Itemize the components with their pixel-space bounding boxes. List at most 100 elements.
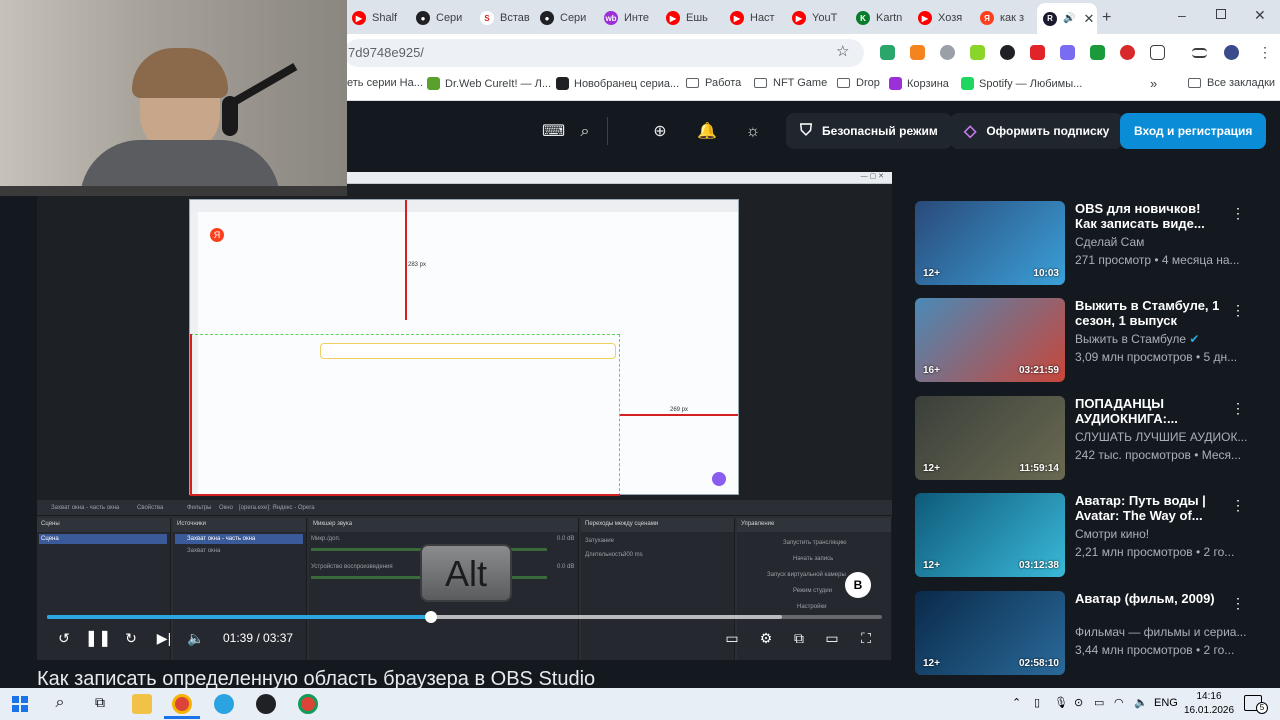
extension-icon[interactable] — [880, 45, 895, 60]
globe-icon[interactable] — [940, 45, 955, 60]
search-icon[interactable]: ⌕ — [576, 123, 594, 141]
video-thumbnail[interactable]: 12+ 02:58:10 — [915, 591, 1065, 675]
mic-tray-icon[interactable]: 🎙 — [1054, 696, 1068, 709]
browser-menu-icon[interactable]: ⋮ — [1258, 44, 1272, 61]
browser-tab[interactable]: ▶ Shalf — [352, 7, 408, 29]
bookmark-item[interactable]: Работа — [686, 77, 741, 89]
browser-tab[interactable]: S Встав — [480, 7, 536, 29]
next-icon[interactable]: ▶| — [153, 627, 175, 649]
channel-name[interactable]: Выжить в Стамбуле ✔ — [1075, 332, 1250, 346]
settings-icon[interactable]: ⚙ — [755, 627, 777, 649]
forward-10-icon[interactable]: ↻ — [120, 627, 142, 649]
bookmark-item[interactable]: Корзина — [889, 77, 949, 90]
bell-icon[interactable]: 🔔 — [697, 123, 717, 141]
progress-bar[interactable] — [47, 611, 882, 623]
video-thumbnail[interactable]: 12+ 11:59:14 — [915, 396, 1065, 480]
more-options-icon[interactable]: ⋮ — [1231, 595, 1245, 612]
recommendation-card[interactable]: 12+ 03:12:38 Аватар: Путь воды | Avatar: T… — [915, 493, 1255, 579]
browser-tab[interactable]: ▶ Наст — [730, 7, 786, 29]
browser-tab[interactable]: ▶ Ешь — [666, 7, 722, 29]
bookmark-item[interactable]: Dr.Web CureIt! — Л... — [427, 77, 551, 90]
bookmark-item[interactable]: Новобранец сериа... — [556, 77, 679, 90]
theme-icon[interactable]: ☼ — [744, 123, 762, 141]
recommendation-title[interactable]: Аватар (фильм, 2009) — [1075, 591, 1225, 606]
tray-icon[interactable]: ▯ — [1034, 696, 1040, 709]
profile-avatar[interactable] — [1224, 45, 1239, 60]
windows-start-icon[interactable] — [10, 694, 30, 714]
video-player[interactable]: — ▢ ✕ Я 283 px 269 px Захват окна - част… — [37, 172, 892, 660]
browser-tab[interactable]: ▶ YouT — [792, 7, 848, 29]
safe-mode-button[interactable]: ⛉ Безопасный режим — [786, 113, 952, 149]
language-indicator[interactable]: ENG — [1154, 697, 1178, 709]
channel-name[interactable]: Фильмач — фильмы и сериа... — [1075, 625, 1250, 639]
maximize-button[interactable] — [1216, 9, 1226, 19]
bookmark-item[interactable]: Spotify — Любимы... — [961, 77, 1082, 90]
extension-icon[interactable] — [970, 45, 985, 60]
bookmark-item[interactable]: NFT Game — [754, 77, 827, 89]
browser-tab[interactable]: ● Сери — [540, 7, 596, 29]
subscribe-button[interactable]: ◇ Оформить подписку — [950, 113, 1124, 149]
browser-tab[interactable]: ● Сери — [416, 7, 472, 29]
source-item[interactable]: Захват окна — [175, 546, 303, 556]
more-options-icon[interactable]: ⋮ — [1231, 497, 1245, 514]
recommendation-title[interactable]: Аватар: Путь воды | Avatar: The Way of..… — [1075, 493, 1225, 523]
all-bookmarks-link[interactable]: Все закладки — [1188, 77, 1275, 89]
browser-tab[interactable]: ▶ Хозя — [918, 7, 974, 29]
extension-icon[interactable] — [1120, 45, 1135, 60]
task-view-icon[interactable]: ⧉ — [90, 694, 110, 714]
recommendation-card[interactable]: 16+ 03:21:59 Выжить в Стамбуле, 1 сезон, 1… — [915, 298, 1255, 384]
recommendation-card[interactable]: 12+ 10:03 OBS для новичков! Как записать в… — [915, 201, 1255, 287]
tray-chevron-icon[interactable]: ⌃ — [1012, 696, 1021, 709]
subtitles-icon[interactable]: ▭ — [721, 627, 743, 649]
volume-icon[interactable]: 🔈 — [185, 627, 207, 649]
recommendation-card[interactable]: 12+ 11:59:14 ПОПАДАНЦЫ АУДИОКНИГА:... СЛУША… — [915, 396, 1255, 482]
metamask-icon[interactable] — [910, 45, 925, 60]
more-options-icon[interactable]: ⋮ — [1231, 302, 1245, 319]
chrome-profile-icon[interactable] — [298, 694, 318, 714]
download-icon[interactable] — [1090, 45, 1105, 60]
video-thumbnail[interactable]: 12+ 03:12:38 — [915, 493, 1065, 577]
file-explorer-icon[interactable] — [132, 694, 152, 714]
media-control-icon[interactable] — [1192, 48, 1207, 58]
active-tab[interactable]: R 🔊 ✕ — [1037, 3, 1097, 34]
channel-name[interactable]: Смотри кино! — [1075, 527, 1250, 541]
bookmark-item[interactable]: еть серии На... — [347, 77, 423, 89]
source-item[interactable]: Захват окна - часть окна — [175, 534, 303, 544]
telegram-icon[interactable] — [214, 694, 234, 714]
url-input[interactable]: 7d9748e925/ — [344, 39, 864, 67]
channel-name[interactable]: СЛУШАТЬ ЛУЧШИЕ АУДИОК... — [1075, 430, 1250, 444]
rewind-10-icon[interactable]: ↺ — [53, 627, 75, 649]
fullscreen-icon[interactable]: ⛶ — [855, 627, 877, 649]
wifi-icon[interactable]: ◠ — [1114, 696, 1124, 709]
more-options-icon[interactable]: ⋮ — [1231, 205, 1245, 222]
browser-tab[interactable]: Якак з — [980, 7, 1036, 29]
close-tab-icon[interactable]: ✕ — [1083, 11, 1094, 27]
browser-tab[interactable]: K Kartn — [856, 7, 912, 29]
channel-name[interactable]: Сделай Сам — [1075, 235, 1250, 249]
extension-icon[interactable] — [1060, 45, 1075, 60]
battery-icon[interactable]: ▭ — [1094, 696, 1104, 709]
more-bookmarks-icon[interactable]: » — [1150, 76, 1157, 91]
extension-x-icon[interactable] — [1000, 45, 1015, 60]
browser-tab[interactable]: wb Инте — [604, 7, 660, 29]
pause-icon[interactable]: ❚❚ — [85, 627, 112, 649]
video-thumbnail[interactable]: 12+ 10:03 — [915, 201, 1065, 285]
chrome-icon[interactable] — [172, 694, 192, 714]
upload-icon[interactable]: ⊕ — [651, 123, 669, 141]
recommendation-title[interactable]: ПОПАДАНЦЫ АУДИОКНИГА:... — [1075, 396, 1225, 426]
theater-icon[interactable]: ▭ — [821, 627, 843, 649]
progress-knob[interactable] — [425, 611, 438, 623]
login-button[interactable]: Вход и регистрация — [1120, 113, 1267, 149]
bookmark-item[interactable]: Drop — [837, 77, 880, 89]
search-icon[interactable]: ⌕ — [50, 694, 70, 714]
new-tab-button[interactable]: + — [1102, 9, 1111, 27]
close-window-button[interactable]: ✕ — [1254, 7, 1266, 24]
clock[interactable]: 14:16 16.01.2026 — [1184, 690, 1234, 718]
more-options-icon[interactable]: ⋮ — [1231, 400, 1245, 417]
location-icon[interactable]: ⊙ — [1074, 696, 1083, 709]
keyboard-icon[interactable]: ⌨ — [542, 123, 565, 141]
recommendation-title[interactable]: OBS для новичков! Как записать виде... — [1075, 201, 1225, 231]
video-thumbnail[interactable]: 16+ 03:21:59 — [915, 298, 1065, 382]
obs-icon[interactable] — [256, 694, 276, 714]
scene-item[interactable]: Сцена — [39, 534, 167, 544]
